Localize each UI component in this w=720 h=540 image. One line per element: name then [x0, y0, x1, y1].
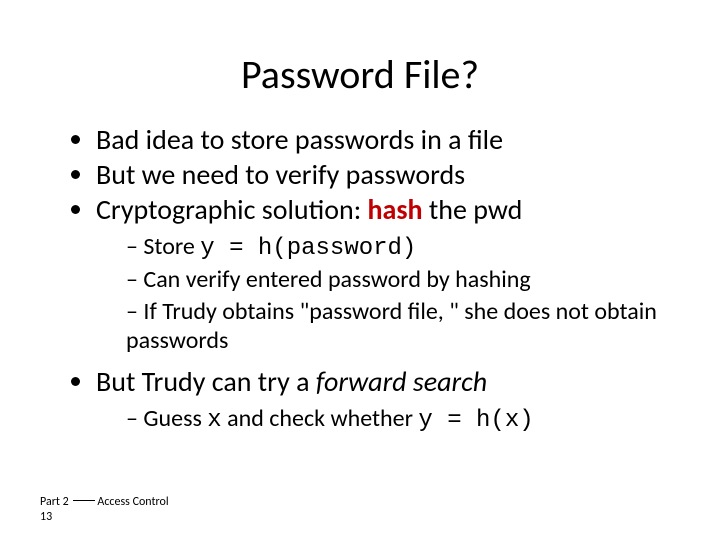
bullet-list: Bad idea to store passwords in a file Bu…	[40, 123, 680, 435]
b4s1-eq: y = h(x)	[418, 407, 533, 434]
bullet-3-sub-1: Store y = h(password)	[126, 232, 680, 263]
bullet-1: Bad idea to store passwords in a file	[96, 123, 680, 156]
bullet-2: But we need to verify passwords	[96, 158, 680, 191]
footer-part: Part 2	[40, 495, 71, 509]
bullet-4-sub-1: Guess x and check whether y = h(x)	[126, 404, 680, 435]
bullet-4: But Trudy can try a forward search Guess…	[96, 365, 680, 435]
bullet-3-hash: hash	[368, 192, 423, 227]
bullet-4-sublist: Guess x and check whether y = h(x)	[96, 404, 680, 435]
bullet-4-pre: But Trudy can try a	[96, 364, 316, 399]
bullet-3-post: the pwd	[423, 192, 523, 227]
emdash-icon	[73, 500, 95, 501]
bullet-3-sub-3: If Trudy obtains "password file, " she d…	[126, 297, 680, 356]
b3s1-text: Store	[143, 232, 200, 261]
b4s1-a: Guess	[143, 404, 207, 433]
footer-line1: Part 2 Access Control	[40, 495, 169, 509]
footer: Part 2 Access Control 13	[40, 495, 169, 524]
slide-title: Password File?	[40, 50, 680, 99]
footer-page: 13	[40, 510, 169, 524]
bullet-3-sublist: Store y = h(password) Can verify entered…	[96, 232, 680, 355]
slide: Password File? Bad idea to store passwor…	[0, 0, 720, 540]
bullet-3: Cryptographic solution: hash the pwd Sto…	[96, 193, 680, 355]
bullet-4-ital: forward search	[316, 364, 487, 399]
footer-section: Access Control	[97, 495, 168, 509]
bullet-3-pre: Cryptographic solution:	[96, 192, 368, 227]
b4s1-x: x	[207, 407, 221, 434]
bullet-3-sub-2: Can verify entered password by hashing	[126, 265, 680, 294]
b3s1-code: y = h(password)	[200, 235, 416, 262]
b4s1-b: and check whether	[222, 404, 419, 433]
